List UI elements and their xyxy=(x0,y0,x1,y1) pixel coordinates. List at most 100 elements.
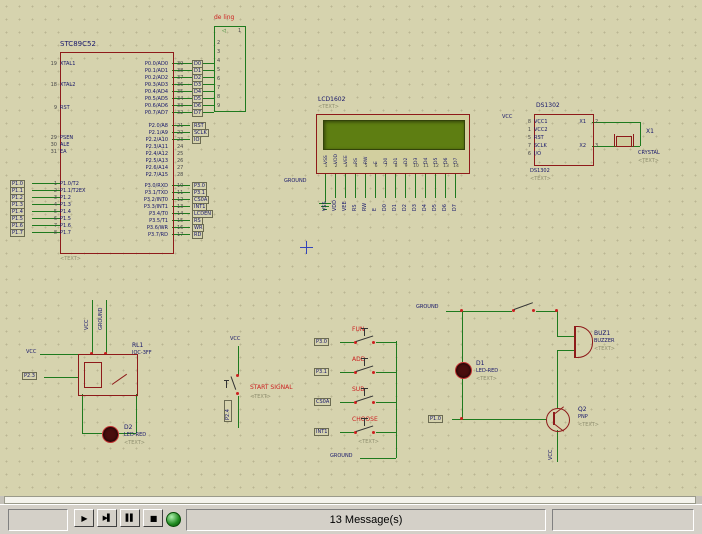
pin-number: 10 xyxy=(413,164,419,169)
horizontal-scrollbar[interactable] xyxy=(4,496,696,504)
relay-vcc-net: VCC xyxy=(26,349,36,355)
stop-icon: ■ xyxy=(150,514,157,523)
pin-number: 5 xyxy=(46,209,60,215)
net-label: P3.1 xyxy=(314,368,329,376)
pin-number: 27 xyxy=(172,165,188,171)
led-d2[interactable]: D2 LED-RED <TEXT> xyxy=(94,420,184,470)
schematic-canvas[interactable]: STC89C52 19XTAL118XTAL2 9RST 29PSEN30ALE… xyxy=(0,0,702,496)
lcd-screen xyxy=(323,120,465,150)
pin-label: D4 xyxy=(424,151,429,164)
switch-lever xyxy=(356,335,373,342)
ds1302-vcc-net: VCC xyxy=(502,114,512,120)
ds1302-value: DS1302 xyxy=(530,168,550,174)
pin-label: X1 xyxy=(548,119,590,125)
pin-number: 3 xyxy=(345,164,348,169)
connector-label: de ling xyxy=(214,14,234,21)
buzzer-value: BUZZER xyxy=(594,338,615,344)
net-label: E xyxy=(372,200,378,211)
switch-actuator xyxy=(224,380,229,381)
pin-label: P2.2/A10 xyxy=(76,137,172,143)
pin-number: 5 xyxy=(217,67,220,73)
relay-coil-net: P2.3 xyxy=(22,372,37,380)
switch-contact-dot xyxy=(372,341,375,344)
pin-number: 3 xyxy=(46,195,60,201)
wire xyxy=(446,311,512,312)
switch-lever xyxy=(231,376,237,389)
step-button[interactable]: ▶▌ xyxy=(97,509,117,527)
wire xyxy=(376,342,396,343)
relay-rl1[interactable]: RL1 JQC-3FF xyxy=(70,340,210,400)
net-label: RW xyxy=(362,200,368,211)
lcd1602[interactable]: LCD1602 <TEXT> VSS1VDD2VEE3RS4RW5E6D07D1… xyxy=(316,96,486,228)
transistor-emitter-net: VCC xyxy=(548,440,554,460)
crystal-symbol xyxy=(616,136,632,147)
net-label: D2 xyxy=(402,200,408,211)
pin-label: P3.2/INT0 xyxy=(76,197,172,203)
pin-number: 6 xyxy=(46,216,60,222)
pin-label: D7 xyxy=(454,151,459,164)
buzzer-ref: BUZ1 xyxy=(594,330,610,337)
info-icon[interactable] xyxy=(166,512,181,527)
net-label: D6 xyxy=(442,200,448,211)
pin-label: P0.3/AD3 xyxy=(76,82,172,88)
led-icon xyxy=(455,362,472,379)
lcd-pins: VSS1VDD2VEE3RS4RW5E6D07D18D29D310D411D51… xyxy=(321,151,461,169)
key-row[interactable]: ADD P3.1 xyxy=(314,355,434,385)
pin-number: 4 xyxy=(355,164,358,169)
pin-number: 12 xyxy=(172,197,188,203)
pin-number: 15 xyxy=(172,218,188,224)
switch-contact-dot xyxy=(532,309,535,312)
mcu-stc89c52[interactable]: STC89C52 19XTAL118XTAL2 9RST 29PSEN30ALE… xyxy=(46,40,306,272)
pin-number: 29 xyxy=(46,135,60,141)
pin-number: 16 xyxy=(172,225,188,231)
connector-arrow-icon: ◁ xyxy=(222,28,226,34)
led-d1[interactable]: D1 LED-RED <TEXT> xyxy=(446,352,536,402)
pin-number: 8 xyxy=(395,164,398,169)
transistor-ref: Q2 xyxy=(578,406,587,413)
wire xyxy=(340,432,354,433)
pin-label: P3.1/TXD xyxy=(76,190,172,196)
pin-number: 1 xyxy=(325,164,328,169)
pin-label: P3.5/T1 xyxy=(76,218,172,224)
play-button[interactable]: ▶ xyxy=(74,509,94,527)
pin-label: VSS xyxy=(324,151,329,164)
buzzer-buz1[interactable]: BUZ1 BUZZER <TEXT> xyxy=(556,320,656,370)
mcu-p3-pins: P3.0/RXD10P3.1/TXD11P3.2/INT012P3.3/INT1… xyxy=(76,182,188,238)
lcd-ground-label: GROUND xyxy=(284,178,307,184)
pin-number: 18 xyxy=(46,82,60,88)
crystal-x1[interactable]: X1 CRYSTAL <TEXT> xyxy=(612,126,692,170)
pin-number: 28 xyxy=(172,172,188,178)
pin-label: D1 xyxy=(394,151,399,164)
net-label: VDD xyxy=(332,200,338,211)
pin-label: P2.5/A13 xyxy=(76,158,172,164)
wire xyxy=(376,432,396,433)
switch-contact-dot xyxy=(372,371,375,374)
pin-number: 9 xyxy=(405,164,408,169)
switch-actuator xyxy=(361,388,368,389)
pin-label: P2.4/A12 xyxy=(76,151,172,157)
switch-lever xyxy=(356,365,373,372)
ground-net-label: GROUND xyxy=(416,304,439,310)
wire xyxy=(340,402,354,403)
pin-number: 25 xyxy=(172,151,188,157)
led-text: <TEXT> xyxy=(124,440,145,446)
net-label: D4 xyxy=(422,200,428,211)
status-message: 13 Message(s) xyxy=(330,514,403,526)
pin-number: 6 xyxy=(217,76,220,82)
pin-number: 7 xyxy=(46,223,60,229)
connector-deling[interactable]: de ling ◁ 1 23456789 xyxy=(214,26,260,116)
pin-number: 10 xyxy=(172,183,188,189)
mcu-title: STC89C52 xyxy=(60,40,96,48)
key-group[interactable]: FUN P3.0 ADD P3.1 xyxy=(314,325,444,465)
toolbar-left-panel xyxy=(8,509,68,531)
pause-button[interactable]: ▌▌ xyxy=(120,509,140,527)
pin-number: 2 xyxy=(335,164,338,169)
pin-number: 39 xyxy=(172,61,188,67)
stop-button[interactable]: ■ xyxy=(143,509,163,527)
switch-actuator xyxy=(361,328,368,329)
net-label: D3 xyxy=(412,200,418,211)
pin-number: 7 xyxy=(520,143,534,149)
key-row[interactable]: SUB CS0A xyxy=(314,385,434,415)
key-row[interactable]: FUN P3.0 xyxy=(314,325,434,355)
lcd-wire-labels: VSSVDDVEERSRWED0D1D2D3D4D5D6D7 xyxy=(320,200,460,211)
